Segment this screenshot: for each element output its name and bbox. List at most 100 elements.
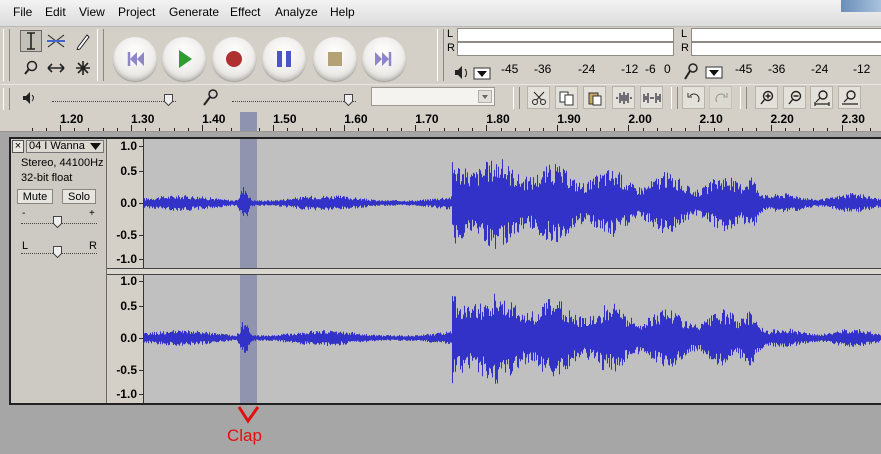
ruler-label: 1.20 [60,112,84,126]
time-shift-tool-icon[interactable] [45,57,67,79]
menu-edit[interactable]: Edit [45,5,66,19]
multi-tool-icon[interactable] [72,57,94,79]
gain-slider-thumb[interactable] [53,216,62,228]
ruler-tick [329,128,331,131]
record-meter-menu[interactable] [684,62,724,82]
ruler-label: 2.10 [699,112,723,126]
fit-selection-button[interactable] [810,86,833,109]
silence-button[interactable] [640,86,663,109]
toolbar-grip[interactable] [3,29,10,81]
ruler-label: 2.20 [770,112,794,126]
redo-button[interactable] [709,86,732,109]
menu-analyze[interactable]: Analyze [275,5,318,19]
record-icon [226,51,242,67]
waveform-left-channel[interactable] [144,139,881,268]
record-button[interactable] [212,37,256,81]
paste-button[interactable] [583,86,606,109]
selection-tool-icon[interactable] [20,30,42,52]
ruler-tick [585,128,587,131]
undo-icon [687,92,699,102]
record-meter-left-label: L [681,28,688,40]
ruler-tick [287,128,289,131]
microphone-icon [684,63,723,80]
ruler-label: 2.30 [841,112,865,126]
envelope-tool-icon[interactable] [45,30,67,52]
copy-icon [559,91,573,105]
toolbar-grip[interactable] [3,88,10,110]
zoom-tool-icon[interactable] [20,57,42,79]
amplitude-label: -1.0 [116,387,137,401]
menu-file[interactable]: File [13,5,32,19]
ruler-tick [770,125,772,131]
toolbar-grip[interactable] [671,87,678,109]
pan-left-label: L [22,240,29,252]
recording-volume-slider[interactable] [232,101,356,102]
pause-button[interactable] [262,37,306,81]
toolbar-grip[interactable] [513,87,520,109]
track-control-panel[interactable]: × 04 I Wanna Stereo, 44100Hz 32-bit floa… [11,139,107,403]
ruler-tick [202,125,204,131]
menu-effect[interactable]: Effect [230,5,260,19]
menu-generate[interactable]: Generate [169,5,219,19]
ruler-tick [159,128,161,131]
ruler-tick [145,128,147,131]
playback-volume-slider[interactable] [52,101,176,102]
ruler-tick [543,128,545,131]
draw-tool-icon[interactable] [72,30,94,52]
stop-button[interactable] [313,37,357,81]
track-close-button[interactable]: × [12,140,24,153]
skip-to-end-button[interactable] [362,37,406,81]
scissors-icon [531,91,546,105]
ruler-tick [642,128,644,131]
menu-help[interactable]: Help [330,5,355,19]
zoom-in-icon [759,90,773,104]
solo-button[interactable]: Solo [62,189,96,204]
zoom-out-button[interactable] [783,86,806,109]
undo-button[interactable] [682,86,705,109]
recording-volume-thumb[interactable] [344,94,353,106]
skip-to-start-button[interactable] [113,37,157,81]
track-name-menu[interactable]: 04 I Wanna [26,140,104,153]
menu-project[interactable]: Project [118,5,155,19]
record-meter-left[interactable] [691,28,881,42]
playback-meter-left[interactable] [457,28,674,42]
amplitude-tick [139,146,143,147]
fit-project-button[interactable] [838,86,861,109]
toolbar-grip[interactable] [437,29,444,81]
ruler-tick [486,125,488,131]
toolbar-grip[interactable] [740,87,747,109]
ruler-tick [216,128,218,131]
trim-button[interactable] [612,86,635,109]
waveform-path [144,159,881,249]
copy-button[interactable] [555,86,578,109]
timeline-ruler[interactable]: 1.20 1.30 1.40 1.50 1.60 1.70 1.80 1.90 2.00 2.10… [0,112,881,132]
menu-bar: File Edit View Project Generate Effect A… [0,0,881,27]
playback-meter-left-label: L [447,28,454,40]
menu-view[interactable]: View [79,5,105,19]
playback-meter-menu[interactable] [453,63,491,83]
silence-icon [642,92,661,103]
toolbar-grip[interactable] [97,29,104,81]
amplitude-label: -1.0 [116,252,137,266]
zoom-in-button[interactable] [755,86,778,109]
record-meter-right[interactable] [691,42,881,56]
waveform-right-channel[interactable] [144,274,881,403]
play-button[interactable] [162,37,206,81]
fit-selection-icon [813,89,830,106]
ruler-tick [685,128,687,131]
record-scale-tick: -45 [735,62,753,76]
ruler-tick [557,125,559,131]
ruler-label: 2.00 [628,112,652,126]
playback-volume-thumb[interactable] [164,94,173,106]
cut-button[interactable] [527,86,550,109]
playback-meter-right[interactable] [457,42,674,56]
ruler-label: 1.80 [486,112,510,126]
pan-slider-thumb[interactable] [53,246,62,258]
device-select[interactable] [371,87,495,106]
ruler-tick [514,128,516,131]
mute-button[interactable]: Mute [17,189,53,204]
speaker-icon [455,66,491,80]
chevron-down-icon[interactable] [478,90,492,103]
ruler-label: 1.30 [131,112,155,126]
ruler-tick [31,128,33,131]
